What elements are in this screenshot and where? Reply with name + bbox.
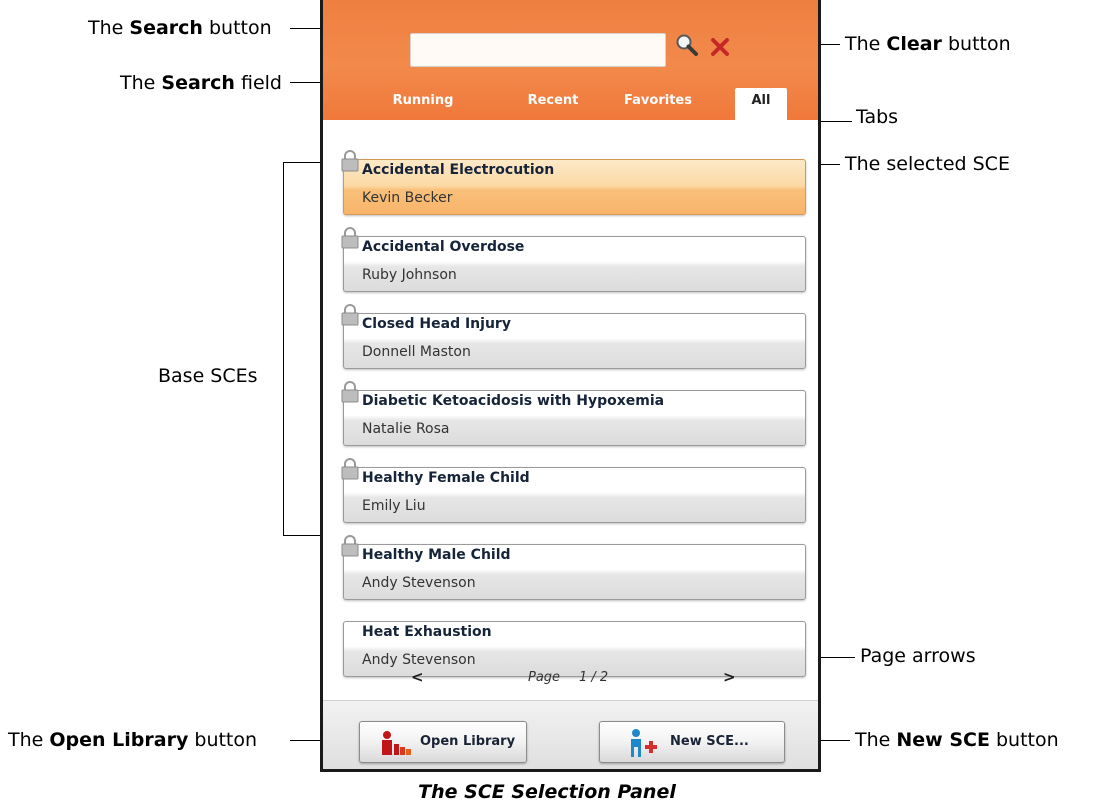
lock-icon — [341, 535, 359, 557]
new-sce-button[interactable]: New SCE... — [599, 721, 785, 763]
pager: < Page 1 / 2 > — [323, 668, 818, 692]
sce-patient: Ruby Johnson — [362, 267, 457, 283]
lock-icon — [341, 304, 359, 326]
sce-item[interactable]: Accidental Electrocution Kevin Becker — [341, 150, 806, 215]
page-number: 1 / 2 — [579, 670, 609, 685]
callout-new-sce: The New SCE button — [855, 729, 1059, 751]
callout-base-sces: Base SCEs — [158, 365, 258, 387]
prev-page-arrow[interactable]: < — [411, 668, 424, 686]
sce-patient: Natalie Rosa — [362, 421, 450, 437]
callout-search-button: The Search button — [88, 17, 272, 39]
open-library-button[interactable]: Open Library — [359, 721, 527, 763]
page-label: Page — [528, 670, 561, 685]
next-page-arrow[interactable]: > — [723, 668, 736, 686]
tab-all[interactable]: All — [735, 88, 787, 120]
tab-recent[interactable]: Recent — [523, 88, 583, 120]
search-field[interactable] — [410, 33, 666, 67]
callout-page-arrows: Page arrows — [860, 645, 976, 667]
search-button[interactable] — [674, 32, 700, 58]
sce-title: Healthy Male Child — [362, 547, 511, 563]
callout-selected-sce: The selected SCE — [845, 153, 1010, 175]
callout-open-library: The Open Library button — [8, 729, 258, 751]
lock-icon — [341, 458, 359, 480]
callout-clear-button: The Clear button — [845, 33, 1011, 55]
sce-title: Diabetic Ketoacidosis with Hypoxemia — [362, 393, 665, 409]
lock-icon — [341, 227, 359, 249]
sce-patient: Kevin Becker — [362, 190, 453, 206]
library-icon — [382, 731, 411, 755]
sce-item[interactable]: Healthy Male Child Andy Stevenson — [341, 535, 806, 600]
sce-patient: Andy Stevenson — [362, 575, 476, 591]
tab-favorites[interactable]: Favorites — [619, 88, 697, 120]
lock-icon — [341, 381, 359, 403]
sce-title: Accidental Overdose — [362, 239, 525, 255]
sce-patient: Emily Liu — [362, 498, 426, 514]
sce-title: Healthy Female Child — [362, 470, 530, 486]
tab-running-now[interactable]: Running Now — [381, 88, 465, 134]
sce-item[interactable]: Closed Head Injury Donnell Maston — [341, 304, 806, 369]
lock-icon — [341, 150, 359, 172]
sce-patient: Donnell Maston — [362, 344, 471, 360]
sce-title: Closed Head Injury — [362, 316, 511, 332]
sce-item[interactable]: Healthy Female Child Emily Liu — [341, 458, 806, 523]
sce-item[interactable]: Accidental Overdose Ruby Johnson — [341, 227, 806, 292]
callout-tabs: Tabs — [856, 106, 899, 128]
figure-caption: The SCE Selection Panel — [418, 781, 676, 803]
open-library-label: Open Library — [420, 734, 516, 749]
new-patient-icon — [631, 729, 657, 757]
magnifier-icon — [676, 34, 698, 56]
panel-header: Running Now Recent Favorites All — [323, 0, 818, 134]
callout-search-field: The Search field — [120, 72, 282, 94]
sce-title: Accidental Electrocution — [362, 162, 555, 178]
sce-selection-panel: Running Now Recent Favorites All Acciden… — [320, 0, 821, 772]
x-icon — [711, 38, 729, 56]
panel-footer: Open Library New SCE... — [323, 700, 818, 769]
sce-title: Heat Exhaustion — [362, 624, 492, 640]
sce-item[interactable]: Diabetic Ketoacidosis with Hypoxemia Nat… — [341, 381, 806, 446]
new-sce-label: New SCE... — [670, 734, 749, 749]
sce-patient: Andy Stevenson — [362, 652, 476, 668]
clear-button[interactable] — [709, 36, 731, 58]
